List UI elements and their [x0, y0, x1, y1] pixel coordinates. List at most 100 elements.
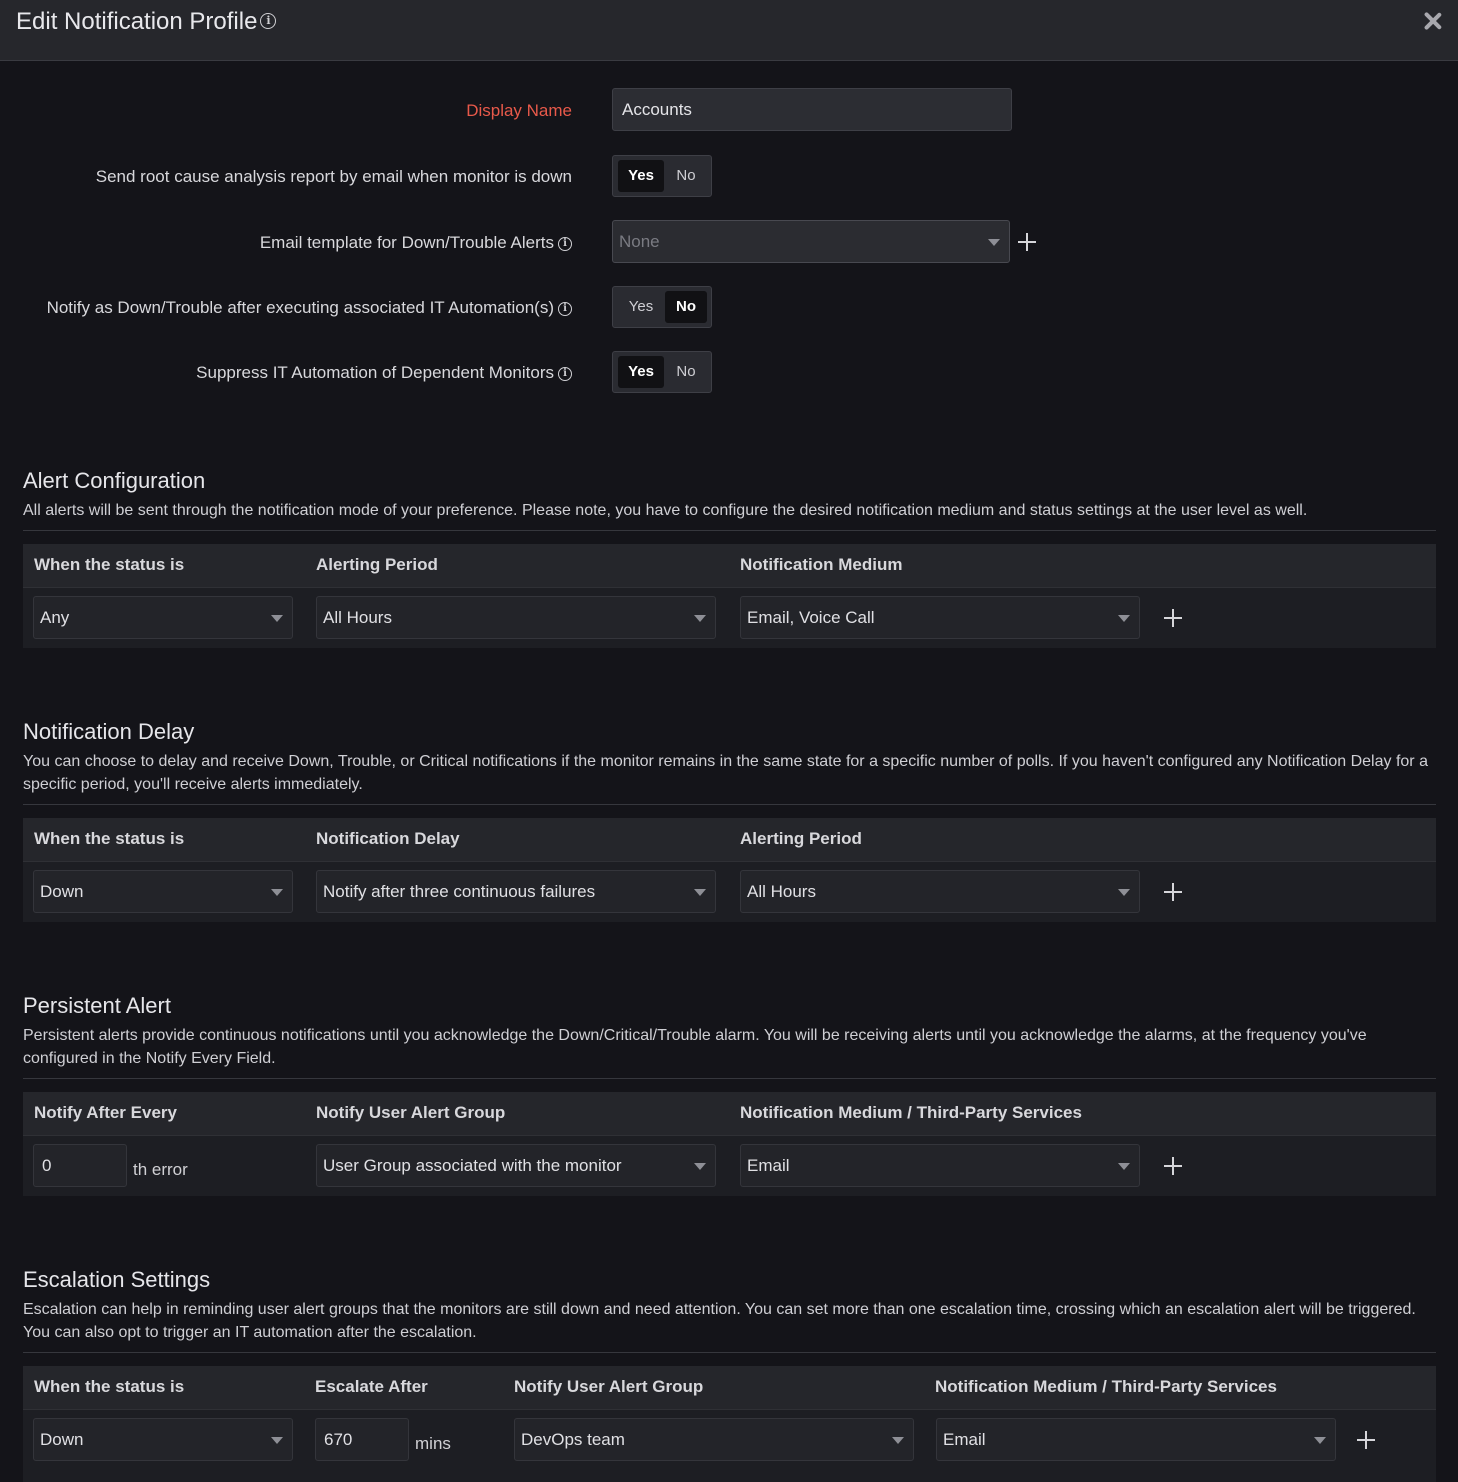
alert-config-description: All alerts will be sent through the noti…	[23, 502, 1308, 519]
escalation-medium-select[interactable]: Email	[936, 1418, 1336, 1461]
divider	[23, 1352, 1436, 1353]
persistent-alert-table-header: Notify After Every Notify User Alert Gro…	[23, 1092, 1436, 1135]
chevron-down-icon	[694, 615, 706, 622]
escalation-description: Escalation can help in reminding user al…	[23, 1301, 1416, 1341]
email-template-label: Email template for Down/Trouble Alerts i	[260, 233, 572, 253]
dialog-header: Edit Notification Profile i	[0, 0, 1458, 61]
chevron-down-icon	[1118, 1163, 1130, 1170]
column-header: Escalate After	[315, 1377, 428, 1396]
display-name-label: Display Name	[466, 101, 572, 120]
delay-period-value: All Hours	[747, 882, 816, 901]
column-header: When the status is	[34, 829, 185, 848]
delay-status-select[interactable]: Down	[33, 870, 293, 913]
suppress-yes-option[interactable]: Yes	[618, 356, 664, 388]
add-alert-row-button[interactable]	[1164, 609, 1182, 627]
suppress-label-text: Suppress IT Automation of Dependent Moni…	[196, 363, 554, 382]
delay-select[interactable]: Notify after three continuous failures	[316, 870, 716, 913]
column-header: Notify After Every	[34, 1103, 177, 1122]
alert-medium-select[interactable]: Email, Voice Call	[740, 596, 1140, 639]
info-icon[interactable]: i	[558, 301, 572, 316]
column-header: Notify User Alert Group	[316, 1103, 506, 1122]
chevron-down-icon	[271, 889, 283, 896]
column-header: Notify User Alert Group	[514, 1377, 704, 1396]
notification-delay-table-header: When the status is Notification Delay Al…	[23, 818, 1436, 861]
alert-config-table-row: Any All Hours Email, Voice Call	[23, 587, 1436, 648]
notify-after-automation-label-text: Notify as Down/Trouble after executing a…	[46, 298, 554, 317]
divider	[23, 530, 1436, 531]
close-icon[interactable]	[1422, 10, 1444, 32]
email-template-select[interactable]: None	[612, 220, 1010, 263]
email-template-label-text: Email template for Down/Trouble Alerts	[259, 233, 554, 252]
column-header: When the status is	[34, 555, 185, 574]
info-icon[interactable]: i	[558, 366, 572, 381]
email-template-value: None	[619, 232, 660, 251]
persistent-alert-table-row: th error User Group associated with the …	[23, 1135, 1436, 1196]
alert-config-table-header: When the status is Alerting Period Notif…	[23, 544, 1436, 587]
suppress-label: Suppress IT Automation of Dependent Moni…	[196, 363, 572, 383]
add-persistent-row-button[interactable]	[1164, 1157, 1182, 1175]
chevron-down-icon	[271, 615, 283, 622]
persistent-medium-select[interactable]: Email	[740, 1144, 1140, 1187]
rca-yes-option[interactable]: Yes	[618, 160, 664, 192]
chevron-down-icon	[1118, 615, 1130, 622]
persistent-group-select[interactable]: User Group associated with the monitor	[316, 1144, 716, 1187]
alert-period-value: All Hours	[323, 608, 392, 627]
escalation-group-select[interactable]: DevOps team	[514, 1418, 914, 1461]
chevron-down-icon	[694, 889, 706, 896]
notification-delay-title: Notification Delay	[23, 719, 195, 744]
add-template-button[interactable]	[1018, 233, 1036, 251]
info-icon[interactable]: i	[260, 12, 277, 29]
rca-toggle[interactable]: Yes No	[612, 155, 712, 197]
chevron-down-icon	[1118, 889, 1130, 896]
column-header: Notification Medium / Third-Party Servic…	[740, 1103, 1082, 1122]
delay-status-value: Down	[40, 882, 84, 901]
chevron-down-icon	[694, 1163, 706, 1170]
notify-every-input[interactable]	[33, 1144, 127, 1187]
escalation-status-select[interactable]: Down	[33, 1418, 293, 1461]
notify-after-automation-yes-option[interactable]: Yes	[618, 291, 664, 323]
chevron-down-icon	[1314, 1437, 1326, 1444]
rca-label: Send root cause analysis report by email…	[95, 167, 572, 186]
column-header: Notification Medium / Third-Party Servic…	[935, 1377, 1277, 1396]
escalate-after-suffix: mins	[415, 1434, 451, 1453]
persistent-alert-description: Persistent alerts provide continuous not…	[23, 1027, 1367, 1067]
add-escalation-row-button[interactable]	[1357, 1431, 1375, 1449]
escalate-after-input[interactable]	[315, 1418, 409, 1461]
rca-no-option[interactable]: No	[665, 160, 707, 192]
notification-delay-description: You can choose to delay and receive Down…	[23, 753, 1428, 793]
alert-config-title: Alert Configuration	[23, 468, 206, 493]
escalation-table-header: When the status is Escalate After Notify…	[23, 1366, 1436, 1409]
persistent-group-value: User Group associated with the monitor	[323, 1156, 622, 1175]
column-header: Notification Medium	[740, 555, 903, 574]
escalation-group-value: DevOps team	[521, 1430, 625, 1449]
notify-every-suffix: th error	[133, 1160, 188, 1179]
column-header: Alerting Period	[740, 829, 862, 848]
notify-after-automation-label: Notify as Down/Trouble after executing a…	[47, 298, 572, 318]
alert-status-value: Any	[40, 608, 70, 627]
chevron-down-icon	[271, 1437, 283, 1444]
notification-delay-table-row: Down Notify after three continuous failu…	[23, 861, 1436, 922]
persistent-alert-title: Persistent Alert	[23, 993, 171, 1018]
escalation-status-value: Down	[40, 1430, 84, 1449]
dialog-title: Edit Notification Profile i	[16, 8, 277, 36]
chevron-down-icon	[892, 1437, 904, 1444]
info-icon[interactable]: i	[558, 236, 572, 251]
alert-period-select[interactable]: All Hours	[316, 596, 716, 639]
suppress-no-option[interactable]: No	[665, 356, 707, 388]
alert-status-select[interactable]: Any	[33, 596, 293, 639]
column-header: When the status is	[34, 1377, 185, 1396]
notify-after-automation-toggle[interactable]: Yes No	[612, 286, 712, 328]
escalation-table-row: Down mins DevOps team Email	[23, 1409, 1436, 1482]
display-name-input[interactable]	[612, 88, 1012, 131]
escalation-title: Escalation Settings	[23, 1267, 211, 1292]
chevron-down-icon	[988, 239, 1000, 246]
dialog-title-text: Edit Notification Profile	[16, 8, 258, 35]
notify-after-automation-no-option[interactable]: No	[665, 291, 707, 323]
alert-medium-value: Email, Voice Call	[747, 608, 875, 627]
suppress-toggle[interactable]: Yes No	[612, 351, 712, 393]
escalation-medium-value: Email	[943, 1430, 986, 1449]
delay-period-select[interactable]: All Hours	[740, 870, 1140, 913]
add-delay-row-button[interactable]	[1164, 883, 1182, 901]
divider	[23, 1078, 1436, 1079]
divider	[23, 804, 1436, 805]
